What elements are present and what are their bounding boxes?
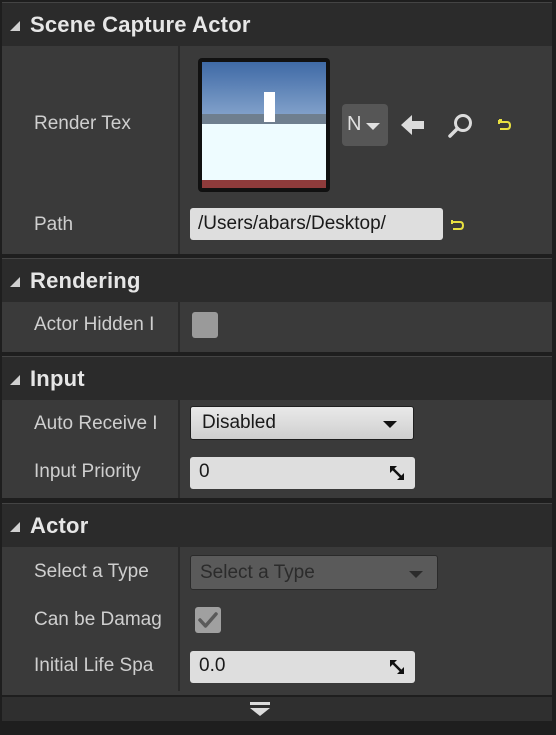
property-label: Select a Type <box>34 561 149 582</box>
dropdown-value: Disabled <box>202 412 276 433</box>
input-priority-field[interactable]: 0 <box>190 457 415 489</box>
chevron-down-icon <box>383 421 397 428</box>
expand-down-icon[interactable] <box>249 700 271 718</box>
asset-picker-combo[interactable]: N <box>342 104 388 146</box>
auto-receive-dropdown[interactable]: Disabled <box>190 406 414 440</box>
column-divider[interactable] <box>178 46 180 254</box>
property-label: Path <box>34 214 74 235</box>
property-label: Auto Receive I <box>34 413 158 434</box>
collapse-triangle-icon[interactable] <box>10 21 20 31</box>
property-label: Actor Hidden I <box>34 314 155 335</box>
column-divider[interactable] <box>178 302 180 352</box>
section-header-actor[interactable]: Actor <box>2 503 552 547</box>
checkmark-icon <box>198 612 218 628</box>
select-type-dropdown[interactable]: Select a Type <box>190 555 438 590</box>
reset-to-default-icon[interactable] <box>496 118 512 132</box>
section-title: Rendering <box>30 268 141 293</box>
dropdown-value: Select a Type <box>200 562 315 583</box>
property-label: Render Tex <box>34 113 131 134</box>
actor-hidden-row: Actor Hidden I <box>2 302 552 352</box>
actor-hidden-checkbox[interactable] <box>192 312 218 338</box>
asset-picker-label: N <box>347 113 362 135</box>
drag-handle-icon[interactable] <box>389 659 405 675</box>
chevron-down-icon <box>409 571 423 578</box>
drag-handle-icon[interactable] <box>389 465 405 481</box>
section-title: Scene Capture Actor <box>30 12 251 37</box>
can-be-damaged-checkbox[interactable] <box>195 607 221 633</box>
thumbnail-pillar <box>264 92 275 122</box>
thumbnail-bottom-bar <box>202 180 326 188</box>
column-divider[interactable] <box>178 547 180 691</box>
magnifier-icon[interactable] <box>447 112 475 140</box>
chevron-down-icon <box>366 123 380 130</box>
section-title: Actor <box>30 513 89 538</box>
section-header-scene-capture[interactable]: Scene Capture Actor <box>2 2 552 46</box>
advanced-expand-bar[interactable] <box>2 697 552 721</box>
initial-life-span-field[interactable]: 0.0 <box>190 651 415 683</box>
section-header-input[interactable]: Input <box>2 356 552 400</box>
section-title: Input <box>30 366 85 391</box>
actor-rows: Select a Type Select a Type Can be Damag… <box>2 547 552 695</box>
section-header-rendering[interactable]: Rendering <box>2 258 552 302</box>
collapse-triangle-icon[interactable] <box>10 522 20 532</box>
input-rows: Auto Receive I Disabled Input Priority 0 <box>2 400 552 498</box>
numeric-value: 0 <box>199 461 210 482</box>
thumbnail-ground <box>202 124 326 182</box>
path-value: /Users/abars/Desktop/ <box>198 213 386 234</box>
collapse-triangle-icon[interactable] <box>10 277 20 287</box>
render-texture-thumbnail[interactable] <box>198 58 330 192</box>
path-field[interactable]: /Users/abars/Desktop/ <box>190 208 443 240</box>
numeric-value: 0.0 <box>199 655 226 676</box>
left-arrow-icon[interactable] <box>399 112 427 138</box>
collapse-triangle-icon[interactable] <box>10 375 20 385</box>
reset-to-default-icon[interactable] <box>449 218 465 232</box>
column-divider[interactable] <box>178 400 180 498</box>
render-tex-row: Render Tex N Path /Users/abars/Desktop/ <box>2 46 552 254</box>
property-label: Input Priority <box>34 461 141 482</box>
property-label: Can be Damag <box>34 609 162 630</box>
property-label: Initial Life Spa <box>34 655 154 676</box>
